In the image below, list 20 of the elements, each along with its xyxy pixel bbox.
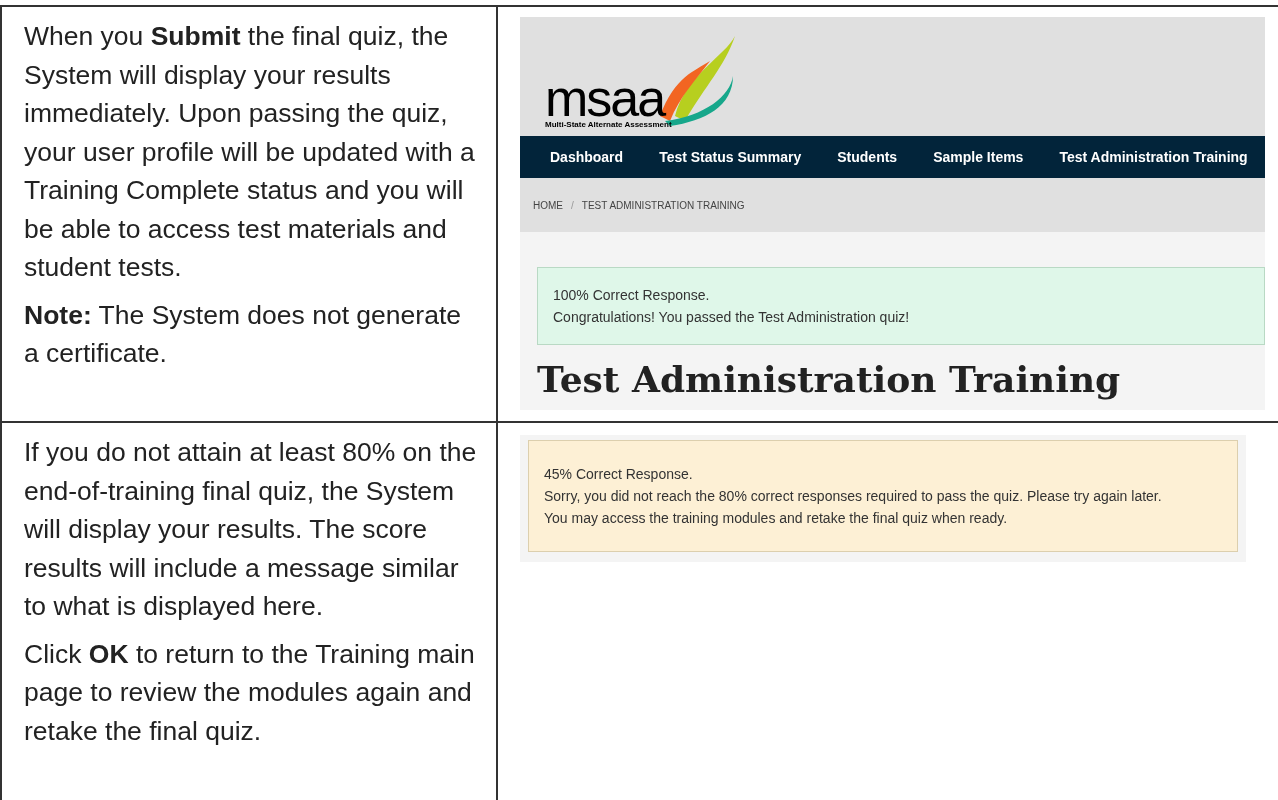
alert-text: You may access the training modules and retake the final quiz when ready.	[544, 509, 1009, 528]
alert-text: 45% Correct Response.	[544, 465, 694, 484]
nav-link[interactable]: Test Status Summary	[659, 146, 802, 168]
logo-tagline: Multi-State Alternate Assessment	[545, 120, 672, 130]
alert-text: Congratulations! You passed the Test Administration quiz!	[553, 308, 911, 327]
nav-link[interactable]: Sample Items	[933, 146, 1024, 168]
breadcrumb-link[interactable]: HOME	[533, 197, 563, 213]
nav-link[interactable]: Test Administration Training	[1059, 146, 1248, 168]
nav-link[interactable]: Students	[837, 146, 898, 168]
breadcrumb-separator: /	[571, 198, 574, 213]
breadcrumb-link[interactable]: TEST ADMINISTRATION TRAINING	[581, 197, 745, 213]
nav-link[interactable]: Dashboard	[550, 146, 624, 168]
instruction-paragraph: Click OK to return to the Training main page to review the modules again and retake the final quiz.	[24, 637, 476, 748]
alert-text: Sorry, you did not reach the 80% correct responses required to pass the quiz. Please try again later.	[544, 487, 1163, 506]
instruction-paragraph: If you do not attain at least 80% on the end-of-training final quiz, the System will display your results. The score results will include a message similar to what is displayed here.	[24, 436, 478, 623]
instruction-paragraph: When you Submit the final quiz, the System will display your results immediately. Upon passing the quiz, your user profile will be updated with a Training Complete status and you will be able to access test materials and student tests.	[24, 20, 476, 284]
alert-text: 100% Correct Response.	[553, 286, 711, 305]
instruction-paragraph: Note: The System does not generate a certificate.	[24, 298, 462, 370]
page-heading: Test Administration Training	[537, 357, 1122, 401]
logo-text: msaa	[545, 76, 665, 120]
